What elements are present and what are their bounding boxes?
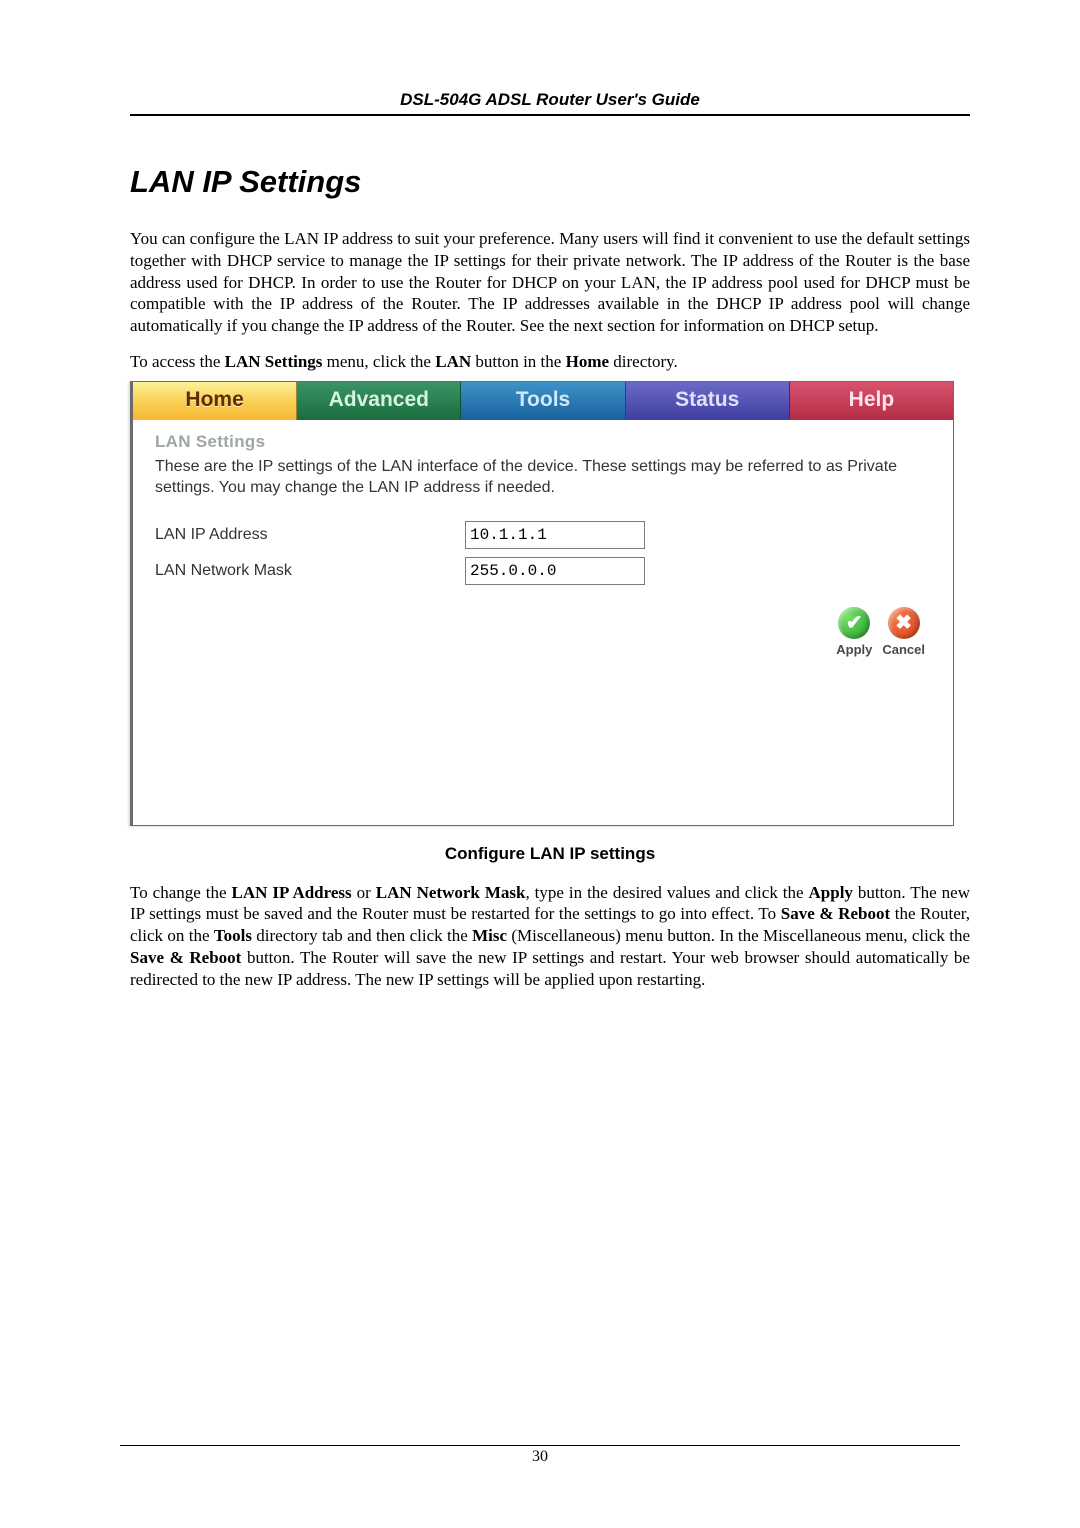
cancel-button-label: Cancel — [882, 642, 925, 657]
text-bold-lan: LAN — [435, 352, 471, 371]
tab-home-label: Home — [185, 388, 243, 411]
text-fragment: , type in the desired values and click t… — [525, 883, 808, 902]
text-bold: Apply — [809, 883, 853, 902]
text-fragment: (Miscellaneous) menu button. In the Misc… — [507, 926, 970, 945]
text-bold: Misc — [472, 926, 507, 945]
ui-description: These are the IP settings of the LAN int… — [155, 456, 931, 499]
text-bold: LAN IP Address — [232, 883, 352, 902]
apply-button[interactable]: ✔ Apply — [836, 607, 872, 657]
text-fragment: button in the — [471, 352, 565, 371]
text-fragment: directory. — [609, 352, 678, 371]
tab-tools[interactable]: Tools — [461, 382, 625, 420]
row-lan-ip: LAN IP Address — [155, 521, 931, 549]
tab-status[interactable]: Status — [626, 382, 790, 420]
text-fragment: directory tab and then click the — [252, 926, 472, 945]
ui-section-title: LAN Settings — [155, 432, 931, 452]
tab-advanced-label: Advanced — [329, 388, 429, 411]
page-header-title: DSL-504G ADSL Router User's Guide — [130, 90, 970, 114]
tab-status-label: Status — [675, 388, 739, 411]
row-lan-mask: LAN Network Mask — [155, 557, 931, 585]
text-bold: Save & Reboot — [130, 948, 241, 967]
tab-bar: Home Advanced Tools Status Help — [133, 382, 953, 420]
input-lan-mask[interactable] — [465, 557, 645, 585]
section-heading-lan-ip: LAN IP Settings — [130, 164, 970, 200]
header-rule — [130, 114, 970, 116]
apply-check-icon: ✔ — [838, 607, 870, 639]
router-ui-screenshot: Home Advanced Tools Status Help LAN Sett… — [130, 381, 954, 826]
text-fragment: button. The Router will save the new IP … — [130, 948, 970, 989]
tab-advanced[interactable]: Advanced — [297, 382, 461, 420]
tab-home[interactable]: Home — [133, 382, 297, 420]
tab-help-label: Help — [849, 388, 895, 411]
figure-caption: Configure LAN IP settings — [130, 844, 970, 864]
ui-content-panel: LAN Settings These are the IP settings o… — [133, 420, 953, 825]
input-lan-ip[interactable] — [465, 521, 645, 549]
text-fragment: To change the — [130, 883, 232, 902]
page-number: 30 — [120, 1445, 960, 1466]
text-bold: Tools — [214, 926, 252, 945]
text-fragment: or — [352, 883, 376, 902]
text-fragment: To access the — [130, 352, 225, 371]
tab-tools-label: Tools — [516, 388, 570, 411]
cancel-button[interactable]: ✖ Cancel — [882, 607, 925, 657]
text-bold: Save & Reboot — [781, 904, 890, 923]
apply-button-label: Apply — [836, 642, 872, 657]
text-bold-lan-settings: LAN Settings — [225, 352, 323, 371]
intro-paragraph: You can configure the LAN IP address to … — [130, 228, 970, 337]
tab-help[interactable]: Help — [790, 382, 953, 420]
cancel-x-icon: ✖ — [888, 607, 920, 639]
label-lan-mask: LAN Network Mask — [155, 562, 465, 580]
text-fragment: menu, click the — [322, 352, 435, 371]
access-instruction: To access the LAN Settings menu, click t… — [130, 351, 970, 373]
action-buttons: ✔ Apply ✖ Cancel — [155, 607, 931, 657]
text-bold-home: Home — [566, 352, 609, 371]
instructions-paragraph: To change the LAN IP Address or LAN Netw… — [130, 882, 970, 991]
text-bold: LAN Network Mask — [376, 883, 526, 902]
label-lan-ip: LAN IP Address — [155, 526, 465, 544]
